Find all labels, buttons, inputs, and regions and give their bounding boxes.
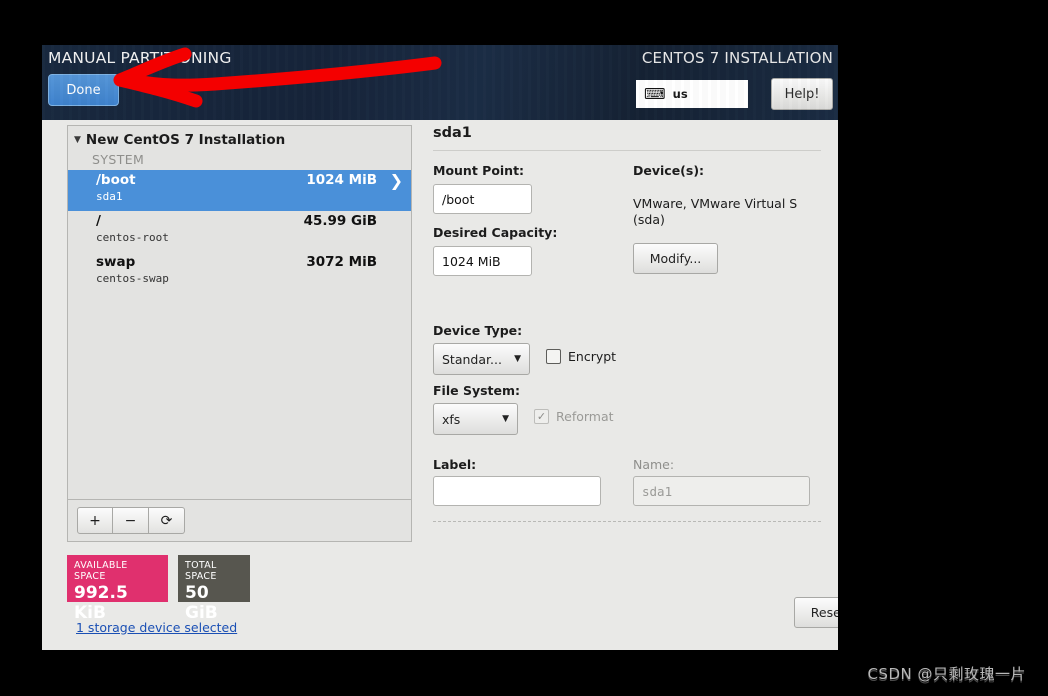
partition-device-name: centos-swap: [96, 272, 169, 285]
chevron-down-icon: ▼: [514, 354, 521, 364]
partition-toolbar: + − ⟳: [67, 500, 412, 542]
installation-scheme-header[interactable]: ▼ New CentOS 7 Installation: [68, 126, 411, 150]
partitioning-left-column: ▼ New CentOS 7 Installation SYSTEM /boot…: [67, 125, 412, 636]
watermark: CSDN @只剩玫瑰一片: [867, 665, 1026, 683]
checkbox-icon: ✓: [546, 349, 561, 364]
reformat-label: Reformat: [556, 409, 614, 424]
name-field-label: Name:: [633, 457, 675, 472]
file-system-label: File System:: [433, 383, 521, 398]
detail-title: sda1: [433, 125, 472, 141]
available-space-badge: AVAILABLE SPACE 992.5 KiB: [67, 555, 168, 623]
total-space-value: 50 GiB: [185, 583, 218, 623]
mount-point-input[interactable]: /boot: [433, 184, 532, 214]
reset-all-button[interactable]: Reset All: [794, 597, 838, 628]
devices-value: VMware, VMware Virtual S (sda): [633, 196, 798, 227]
chevron-down-icon: ▼: [74, 134, 81, 145]
label-field-label: Label:: [433, 457, 477, 472]
space-summary: AVAILABLE SPACE 992.5 KiB TOTAL SPACE 50…: [67, 555, 412, 623]
refresh-partitions-button[interactable]: ⟳: [149, 507, 185, 534]
desired-capacity-label: Desired Capacity:: [433, 225, 558, 240]
keyboard-icon: ⌨: [644, 84, 666, 103]
installer-header: MANUAL PARTITIONING Done CENTOS 7 INSTAL…: [42, 45, 838, 120]
installer-body: ▼ New CentOS 7 Installation SYSTEM /boot…: [42, 120, 838, 650]
label-input[interactable]: [433, 476, 601, 506]
encrypt-checkbox[interactable]: ✓ Encrypt: [546, 349, 616, 364]
detail-dashed-divider: [433, 521, 821, 522]
checkbox-icon: ✓: [534, 409, 549, 424]
add-partition-button[interactable]: +: [77, 507, 113, 534]
available-space-label: AVAILABLE SPACE: [74, 560, 128, 582]
file-system-select[interactable]: xfs ▼: [433, 403, 518, 435]
partition-detail-panel: sda1 Mount Point: /boot Desired Capacity…: [433, 125, 838, 650]
partition-mount-point: /boot: [96, 172, 136, 188]
desired-capacity-input[interactable]: 1024 MiB: [433, 246, 532, 276]
device-type-value: Standar...: [442, 351, 502, 367]
product-title: CENTOS 7 INSTALLATION: [641, 49, 833, 67]
keyboard-layout-label: us: [672, 87, 688, 101]
available-space-value: 992.5 KiB: [74, 583, 128, 623]
partition-size: 45.99 GiB: [303, 213, 377, 229]
device-type-label: Device Type:: [433, 323, 523, 338]
total-space-label: TOTAL SPACE: [185, 560, 217, 582]
encrypt-label: Encrypt: [568, 349, 617, 364]
chevron-down-icon: ▼: [502, 414, 509, 424]
installation-scheme-label: New CentOS 7 Installation: [85, 132, 286, 148]
remove-partition-button[interactable]: −: [113, 507, 149, 534]
partition-mount-point: swap: [96, 254, 136, 270]
name-input: sda1: [633, 476, 810, 506]
table-row[interactable]: /boot sda1 1024 MiB ❯: [68, 170, 411, 211]
devices-label: Device(s):: [633, 163, 705, 178]
table-row[interactable]: / centos-root 45.99 GiB: [68, 211, 411, 252]
chevron-right-icon: ❯: [389, 171, 403, 190]
storage-device-link[interactable]: 1 storage device selected: [76, 620, 237, 635]
partition-list-panel: ▼ New CentOS 7 Installation SYSTEM /boot…: [67, 125, 412, 500]
partition-group-label: SYSTEM: [92, 152, 145, 167]
keyboard-layout-indicator[interactable]: ⌨ us: [636, 80, 748, 108]
partition-size: 3072 MiB: [306, 254, 377, 270]
file-system-value: xfs: [442, 411, 461, 427]
mount-point-label: Mount Point:: [433, 163, 525, 178]
partition-size: 1024 MiB: [306, 172, 377, 188]
partition-device-name: sda1: [96, 190, 123, 203]
partition-device-name: centos-root: [96, 231, 169, 244]
done-button[interactable]: Done: [48, 74, 119, 106]
page-title: MANUAL PARTITIONING: [48, 49, 232, 67]
device-type-select[interactable]: Standar... ▼: [433, 343, 530, 375]
reformat-checkbox[interactable]: ✓ Reformat: [534, 409, 614, 424]
table-row[interactable]: swap centos-swap 3072 MiB: [68, 252, 411, 293]
modify-devices-button[interactable]: Modify...: [633, 243, 718, 274]
help-button[interactable]: Help!: [771, 78, 833, 110]
installer-window: MANUAL PARTITIONING Done CENTOS 7 INSTAL…: [42, 45, 838, 650]
partition-mount-point: /: [96, 213, 101, 229]
total-space-badge: TOTAL SPACE 50 GiB: [178, 555, 250, 623]
